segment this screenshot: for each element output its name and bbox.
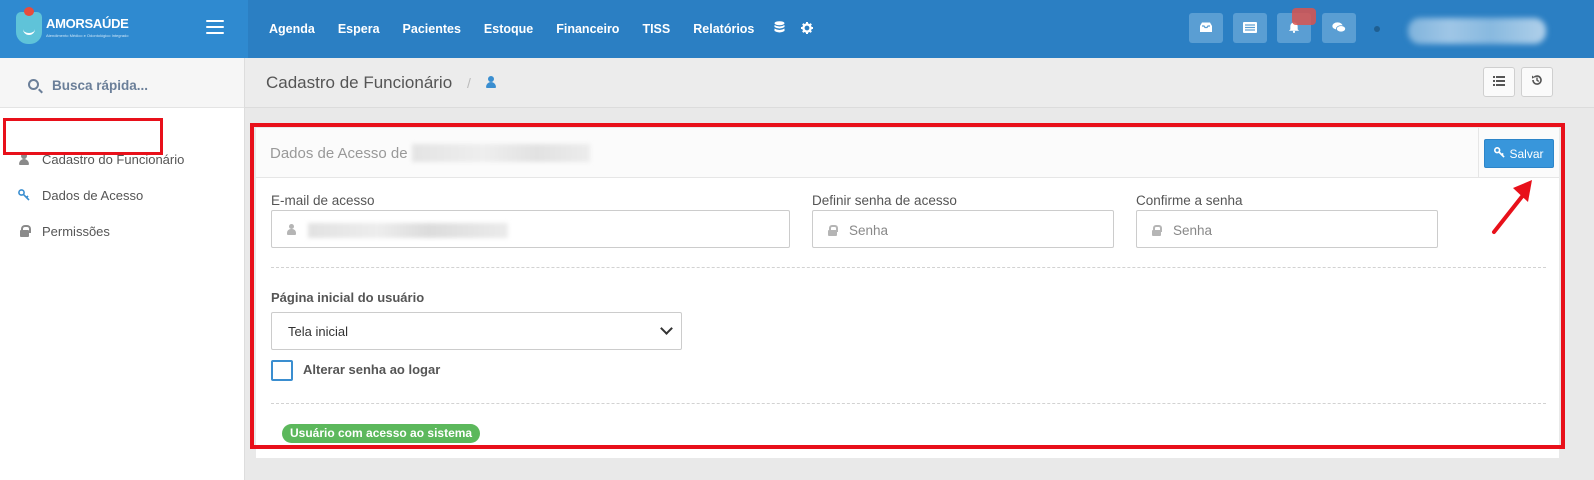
sidebar-item-permissoes[interactable]: Permissões (18, 221, 110, 241)
chat-button[interactable] (1322, 13, 1356, 43)
history-icon (1532, 75, 1542, 85)
annotation-arrow-icon (1492, 180, 1532, 234)
user-menu[interactable] (1408, 18, 1546, 44)
sidebar-item-dados-acesso[interactable]: Dados de Acesso (18, 185, 143, 205)
nav-item-pacientes[interactable]: Pacientes (403, 22, 461, 36)
quick-search (0, 58, 244, 108)
main-nav: Agenda Espera Pacientes Estoque Financei… (258, 0, 821, 58)
notification-badge (1292, 8, 1316, 25)
brand-tagline: Atendimento Médico e Odontológico Integr… (46, 33, 129, 38)
top-navbar: AMORSAÚDE Atendimento Médico e Odontológ… (0, 0, 1594, 58)
nav-item-espera[interactable]: Espera (338, 22, 380, 36)
lock-icon (18, 225, 31, 237)
menu-toggle-icon[interactable] (206, 20, 224, 34)
nav-item-estoque[interactable]: Estoque (484, 22, 533, 36)
user-icon (485, 76, 497, 89)
inbox-icon (1200, 22, 1212, 32)
gear-icon[interactable] (801, 21, 814, 37)
quick-search-input[interactable] (52, 75, 232, 95)
database-icon[interactable] (774, 21, 785, 37)
nav-item-financeiro[interactable]: Financeiro (556, 22, 619, 36)
history-button[interactable] (1521, 67, 1553, 97)
annotation-highlight-panel (250, 123, 1565, 449)
annotation-highlight-sidebar (3, 118, 163, 155)
search-icon (28, 79, 39, 90)
nav-item-tiss[interactable]: TISS (642, 22, 670, 36)
brand-area: AMORSAÚDE Atendimento Médico e Odontológ… (0, 0, 248, 58)
chat-icon (1332, 22, 1346, 33)
brand-name: AMORSAÚDE (46, 16, 129, 31)
breadcrumb-separator: / (467, 75, 471, 91)
online-status-indicator (1374, 26, 1380, 32)
inbox-button[interactable] (1189, 13, 1223, 43)
sidebar-item-label: Dados de Acesso (42, 187, 144, 203)
list-view-button[interactable] (1483, 67, 1515, 97)
page-header: Cadastro de Funcionário / (245, 58, 1594, 108)
brand-logo-icon (16, 7, 42, 44)
key-icon (18, 189, 30, 201)
page-title: Cadastro de Funcionário (266, 73, 453, 92)
nav-item-agenda[interactable]: Agenda (269, 22, 315, 36)
list-icon (1243, 22, 1257, 33)
list-button[interactable] (1233, 13, 1267, 43)
nav-item-relatorios[interactable]: Relatórios (693, 22, 754, 36)
sidebar-item-label: Permissões (42, 223, 110, 239)
list-icon (1493, 76, 1505, 86)
